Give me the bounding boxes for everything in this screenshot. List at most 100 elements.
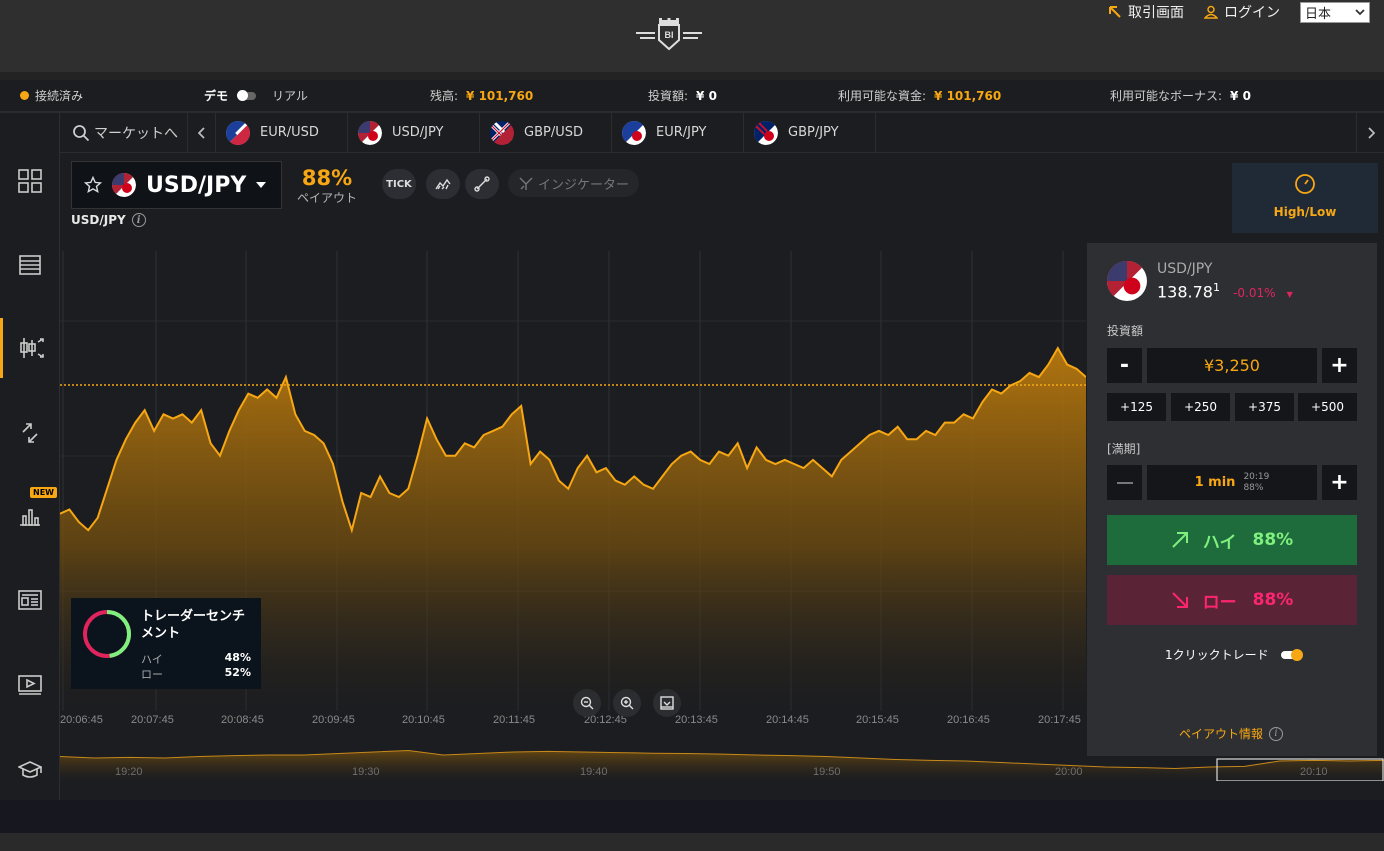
plus-icon: + [1330, 353, 1349, 378]
account-status-bar: 接続済み デモ リアル 残高: ¥ 101,760 投資額: ¥ 0 利用可能な… [0, 80, 1384, 112]
payout-info-link[interactable]: ペイアウト情報 i [1179, 725, 1284, 742]
mini-x-tick-label: 20:00 [1055, 766, 1083, 778]
fit-screen-icon [660, 696, 674, 710]
us-jp-flag-icon [112, 173, 136, 197]
invest-amount-label: 投資額 [1107, 324, 1144, 338]
expiry-label: [満期] [1107, 442, 1141, 456]
sidebar-education[interactable] [0, 740, 60, 800]
quick-add-250[interactable]: +250 [1171, 393, 1230, 421]
one-click-toggle[interactable] [1280, 648, 1303, 661]
x-axis-tick-label: 20:08:45 [221, 714, 264, 726]
market-tab-eurjpy[interactable]: EUR/JPY [612, 112, 744, 153]
x-axis-tick-label: 20:11:45 [493, 714, 535, 726]
fit-chart-button[interactable] [653, 689, 681, 717]
amount-input[interactable]: ¥3,250 [1147, 348, 1317, 383]
high-button-label: ハイ [1202, 532, 1237, 553]
amount-plus-button[interactable]: + [1322, 348, 1357, 383]
language-select[interactable]: 日本 [1300, 1, 1370, 23]
trade-panel: USD/JPY 138.781 -0.01% ▼ 投資額 - ¥3,250 + … [1087, 243, 1377, 756]
market-tab-gbpjpy[interactable]: GBP/JPY [744, 112, 876, 153]
demo-real-toggle[interactable] [237, 89, 257, 101]
panel-asset-name: USD/JPY [1157, 261, 1213, 277]
low-trade-button[interactable]: ロー 88% [1107, 575, 1357, 625]
gb-us-flag-icon [490, 120, 514, 145]
indicator-button[interactable]: インジケーター [508, 169, 640, 197]
graduation-cap-icon [18, 761, 42, 778]
connected-dot-icon [20, 91, 29, 100]
quick-add-375[interactable]: +375 [1235, 393, 1294, 421]
trade-screen-link[interactable]: 取引画面 [1108, 2, 1184, 22]
expiry-value: 1 min [1194, 475, 1236, 490]
sentiment-high-row: ハイ 48% [141, 651, 251, 667]
demo-real-switch[interactable]: デモ リアル [204, 87, 308, 104]
sidebar-video[interactable] [0, 655, 60, 715]
left-sidebar: NEW [0, 113, 60, 800]
tick-chart-button[interactable]: TICK [382, 169, 416, 199]
zoom-in-button[interactable] [613, 689, 641, 717]
payout-label: ペイアウト [296, 191, 357, 205]
tick-label: TICK [386, 178, 412, 190]
expiry-select[interactable]: 1 min 20:19 88% [1147, 465, 1317, 500]
mini-x-tick-label: 19:20 [115, 766, 143, 778]
star-icon[interactable] [84, 176, 102, 194]
invest-label: 投資額: [648, 89, 689, 103]
quick-add-125[interactable]: +125 [1107, 393, 1166, 421]
sidebar-news[interactable] [0, 570, 60, 630]
broker-logo-icon[interactable]: BI [636, 16, 702, 52]
sentiment-low-label: ロー [141, 668, 163, 681]
arrow-up-left-icon [1109, 6, 1121, 18]
market-prev-button[interactable] [188, 112, 216, 153]
bonus-label: 利用可能なボーナス: [1110, 89, 1223, 103]
quick-add-label: +125 [1120, 400, 1153, 414]
one-click-trade[interactable]: 1クリックトレード [1165, 646, 1303, 663]
bottom-strip [0, 833, 1384, 851]
high-low-tab[interactable]: High/Low [1232, 163, 1378, 233]
quick-add-label: +500 [1311, 400, 1344, 414]
expiry-plus-button[interactable]: + [1322, 465, 1357, 500]
high-trade-button[interactable]: ハイ 88% [1107, 515, 1357, 565]
panel-price-main: 138.78 [1157, 282, 1213, 302]
connection-status: 接続済み [20, 87, 83, 104]
chevron-down-icon [1355, 9, 1365, 16]
quick-add-label: +375 [1248, 400, 1281, 414]
market-tab-gbpusd[interactable]: GBP/USD [480, 112, 612, 153]
quick-add-label: +250 [1184, 400, 1217, 414]
login-label: ログイン [1224, 5, 1280, 21]
sidebar-analytics[interactable]: NEW [0, 485, 60, 545]
zoom-out-button[interactable] [573, 689, 601, 717]
gb-jp-flag-icon [754, 120, 778, 145]
market-tab-label: EUR/JPY [656, 125, 707, 140]
arrow-up-right-icon [1172, 532, 1188, 548]
login-link[interactable]: ログイン [1204, 2, 1280, 22]
amount-value: ¥3,250 [1204, 356, 1260, 375]
bottom-band [0, 800, 1384, 833]
market-search-button[interactable]: マーケットへ [60, 112, 188, 153]
sidebar-transfer[interactable] [0, 403, 60, 463]
zoom-controls [573, 689, 693, 717]
panel-asset-info: USD/JPY 138.781 -0.01% ▼ [1107, 261, 1293, 301]
chart-type-button[interactable] [426, 169, 460, 199]
sidebar-dashboard[interactable] [0, 151, 60, 211]
indicator-icon [519, 177, 533, 190]
market-tab-usdjpy[interactable]: USD/JPY [348, 112, 480, 153]
sidebar-history[interactable] [0, 235, 60, 295]
eu-jp-flag-icon [622, 120, 646, 145]
market-tab-label: GBP/JPY [788, 125, 839, 140]
mini-x-tick-label: 19:40 [580, 766, 608, 778]
info-icon[interactable]: i [131, 213, 146, 227]
sidebar-trade[interactable] [0, 318, 60, 378]
sentiment-low-pct: 52% [224, 666, 251, 679]
caret-down-icon [256, 182, 267, 188]
x-axis-tick-label: 20:16:45 [947, 714, 990, 726]
drawing-tool-button[interactable] [465, 169, 499, 199]
market-tab-label: EUR/USD [260, 125, 319, 140]
panel-price: 138.781 -0.01% ▼ [1157, 281, 1293, 301]
new-badge: NEW [30, 487, 57, 498]
expiry-minus-button[interactable] [1107, 465, 1142, 500]
amount-minus-button[interactable]: - [1107, 348, 1142, 383]
x-axis-tick-label: 20:09:45 [312, 714, 355, 726]
market-next-button[interactable] [1356, 112, 1384, 153]
asset-selector[interactable]: USD/JPY [71, 161, 282, 209]
quick-add-500[interactable]: +500 [1298, 393, 1357, 421]
market-tab-eurusd[interactable]: EUR/USD [216, 112, 348, 153]
